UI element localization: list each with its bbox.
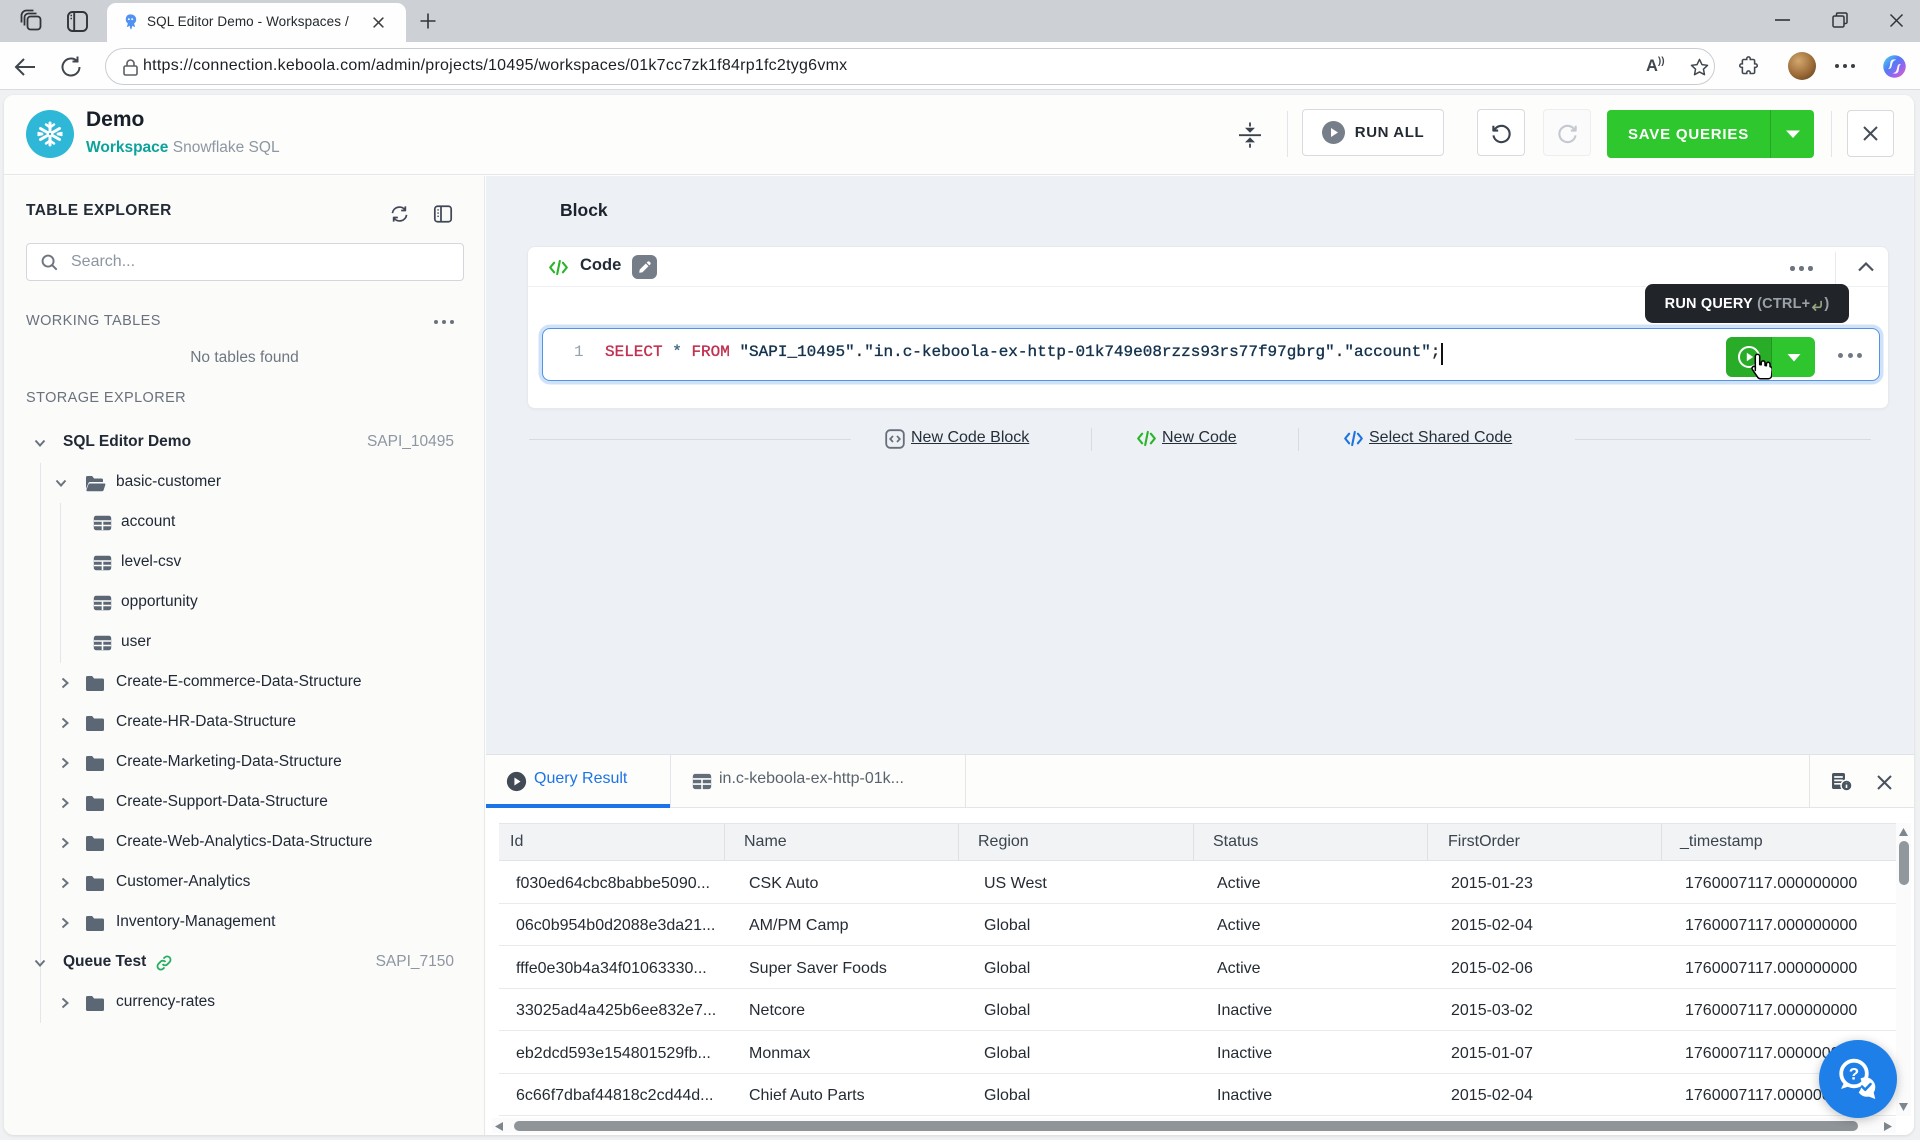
svg-text:?: ?	[1849, 1065, 1859, 1084]
